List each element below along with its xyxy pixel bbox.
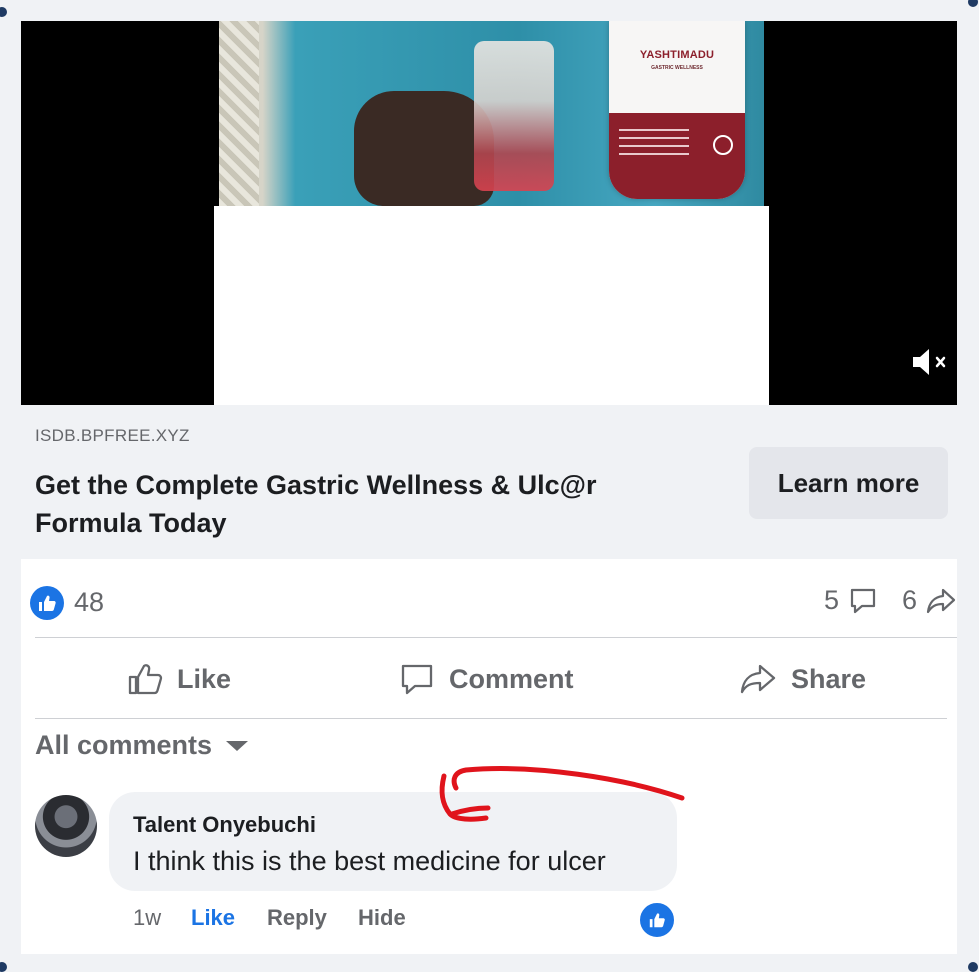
product-sublabel: GASTRIC WELLNESS: [651, 65, 703, 71]
like-label: Like: [177, 663, 232, 694]
comment-icon: [401, 664, 433, 695]
held-bottle-image: [474, 41, 554, 191]
video-overlay-blank: [214, 206, 769, 405]
like-reaction-icon[interactable]: [30, 586, 64, 620]
product-bottle-image: YASHTIMADU GASTRIC WELLNESS: [609, 21, 745, 199]
corner-dot-top-right: [968, 0, 978, 7]
divider: [35, 637, 957, 638]
all-comments-filter[interactable]: All comments: [35, 730, 249, 761]
comment-button[interactable]: Comment: [399, 657, 574, 701]
share-icon: [740, 664, 776, 694]
ad-video[interactable]: YASHTIMADU GASTRIC WELLNESS: [21, 21, 957, 405]
thumbs-up-icon: [128, 664, 163, 695]
like-button[interactable]: Like: [127, 657, 231, 701]
ad-domain: ISDB.BPFREE.XYZ: [35, 426, 190, 445]
corner-dot-bottom-left: [0, 962, 7, 972]
corner-dot-top-left: [0, 7, 7, 17]
comment-hide-link[interactable]: Hide: [358, 905, 406, 931]
hand-image: [354, 91, 494, 206]
avatar[interactable]: [35, 795, 97, 857]
corner-dot-bottom-right: [968, 962, 978, 972]
red-arrow-annotation: [439, 766, 685, 822]
share-button[interactable]: Share: [739, 657, 866, 701]
comment-icon: [850, 588, 876, 614]
share-label: Share: [791, 663, 867, 694]
product-label: YASHTIMADU: [639, 49, 715, 61]
like-count[interactable]: 48: [74, 587, 104, 618]
video-frame-image: YASHTIMADU GASTRIC WELLNESS: [219, 21, 764, 206]
all-comments-label: All comments: [35, 730, 213, 760]
like-reaction-icon[interactable]: [638, 901, 676, 939]
post-card: YASHTIMADU GASTRIC WELLNESS ISDB.BPFREE.…: [21, 21, 957, 954]
comment-time: 1w: [133, 905, 162, 930]
comment-reply-link[interactable]: Reply: [267, 905, 327, 931]
mute-button[interactable]: [907, 345, 951, 379]
learn-more-button[interactable]: Learn more: [749, 447, 948, 519]
comment-text: I think this is the best medicine for ul…: [133, 846, 606, 876]
divider: [35, 718, 947, 719]
comment-like-link[interactable]: Like: [191, 905, 235, 931]
share-count[interactable]: 6: [902, 585, 917, 616]
share-icon: [926, 588, 956, 614]
ad-title[interactable]: Get the Complete Gastric Wellness & Ulc@…: [35, 466, 655, 542]
caret-down-icon: [226, 740, 249, 751]
comment-label: Comment: [449, 663, 574, 694]
mute-icon: [913, 349, 946, 375]
comment-count[interactable]: 5: [824, 585, 839, 616]
comment-author[interactable]: Talent Onyebuchi: [133, 812, 316, 838]
